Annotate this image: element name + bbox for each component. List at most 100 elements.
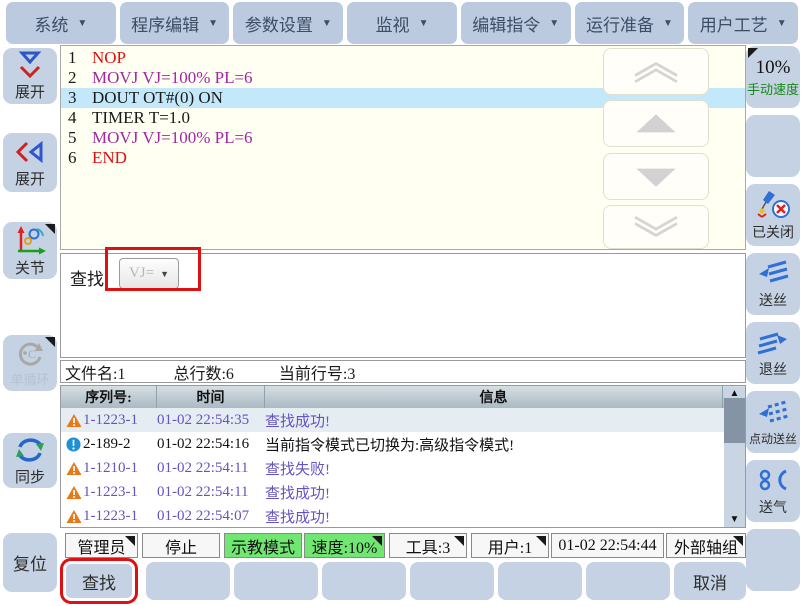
triangle-up-icon [621,108,691,140]
warning-icon [66,413,83,428]
bottom-empty-button-1[interactable] [146,562,230,600]
jog-wire-feed-icon [756,398,790,428]
page-down-button[interactable] [603,205,709,249]
table-row[interactable]: 1-1223-1 01-02 22:54:35 查找成功! [61,408,745,432]
status-mode[interactable]: 示教模式 [224,533,302,558]
wire-feed-icon [756,258,790,288]
double-chevron-down-icon [621,211,691,243]
menu-system[interactable]: 系统▼ [6,2,116,44]
menu-parameter-settings[interactable]: 参数设置▼ [233,2,343,44]
corner-mark-icon [372,536,382,546]
torch-off-icon [755,188,791,220]
line-up-button[interactable] [603,100,709,147]
find-panel: 查找: VJ= ▼ [60,253,746,358]
table-scrollbar[interactable]: ▲ ▼ [724,387,745,527]
corner-mark-icon [45,337,55,347]
svg-text:C: C [28,347,36,361]
single-cycle-icon: C [14,338,46,368]
status-user-frame[interactable]: 用户:1 [471,533,549,558]
scrollbar-thumb[interactable] [724,398,745,443]
chevron-down-icon: ▼ [77,18,87,29]
table-header: 序列号: 时间 信息 [61,386,745,408]
chevron-down-icon: ▼ [549,18,559,29]
teach-pendant-screen: 系统▼ 程序编辑▼ 参数设置▼ 监视▼ 编辑指令▼ 运行准备▼ 用户工艺▼ 展开… [0,0,804,606]
chevron-down-icon: ▼ [208,18,218,29]
sync-icon [14,435,46,465]
menu-program-edit[interactable]: 程序编辑▼ [120,2,230,44]
corner-mark-icon [45,224,55,234]
table-row[interactable]: 1-1223-1 01-02 22:54:07 查找成功! [61,504,745,528]
chevron-down-icon: ▼ [160,269,169,279]
bottom-empty-button-3[interactable] [322,562,406,600]
message-table: 序列号: 时间 信息 1-1223-1 01-02 22:54:35 查找成功!… [60,385,746,528]
wire-retract-icon [756,327,790,357]
file-info-bar: 文件名:1 总行数:6 当前行号:3 [60,360,746,383]
page-up-button[interactable] [603,48,709,95]
status-user-level[interactable]: 管理员 [65,533,138,558]
find-button[interactable]: 查找 [66,564,132,598]
table-row[interactable]: 2-189-2 01-02 22:54:16 当前指令模式已切换为:高级指令模式… [61,432,745,456]
menu-edit-instructions[interactable]: 编辑指令▼ [461,2,571,44]
status-datetime: 01-02 22:54:44 [551,533,664,558]
program-listing: 1NOP 2MOVJ VJ=100% PL=6 3DOUT OT#(0) ON … [60,45,746,250]
total-lines: 总行数:6 [173,360,233,384]
wire-feed-button[interactable]: 送丝 [746,253,800,315]
find-dropdown[interactable]: VJ= ▼ [119,258,179,289]
header-message: 信息 [265,386,723,408]
arc-off-button[interactable]: 已关闭 [746,184,800,246]
expand-down-icon [14,50,46,80]
status-speed[interactable]: 速度:10% [304,533,385,558]
menu-user-process[interactable]: 用户工艺▼ [688,2,798,44]
status-run-state[interactable]: 停止 [142,533,220,558]
sidebar-expand-down-button[interactable]: 展开 [3,48,57,104]
line-down-button[interactable] [603,153,709,200]
reset-button[interactable]: 复位 [3,533,57,592]
double-chevron-up-icon [621,56,691,88]
chevron-down-icon: ▼ [419,18,429,29]
triangle-down-icon [621,161,691,193]
joint-axes-icon [13,224,47,256]
right-empty-button-2[interactable] [746,529,800,591]
sidebar-joint-coord-button[interactable]: 关节 [3,222,57,279]
expand-left-icon [14,137,46,167]
right-empty-button-1[interactable] [746,115,800,177]
sidebar-sync-button[interactable]: 同步 [3,433,57,488]
cancel-button[interactable]: 取消 [674,562,746,600]
corner-mark-icon [125,536,135,546]
menu-monitor[interactable]: 监视▼ [347,2,457,44]
wire-retract-button[interactable]: 退丝 [746,322,800,384]
bottom-empty-button-5[interactable] [498,562,582,600]
chevron-down-icon: ▼ [663,18,673,29]
info-icon [66,437,83,452]
manual-speed-button[interactable]: 10% 手动速度 [746,46,800,108]
status-external-axis[interactable]: 外部轴组 [666,533,746,558]
bottom-empty-button-2[interactable] [234,562,318,600]
chevron-down-icon: ▼ [322,18,332,29]
warning-icon [66,461,83,476]
sidebar-single-cycle-button[interactable]: C 单循环 [3,335,57,391]
corner-mark-icon [748,48,758,58]
warning-icon [66,485,83,500]
status-tool[interactable]: 工具:3 [389,533,467,558]
menu-run-preparation[interactable]: 运行准备▼ [575,2,685,44]
find-label: 查找: [70,265,109,290]
header-serial: 序列号: [61,386,157,408]
gas-feed-button[interactable]: 送气 [746,460,800,522]
jog-wire-feed-button[interactable]: 点动送丝 [746,391,800,453]
file-name: 文件名:1 [65,360,125,384]
bottom-empty-button-6[interactable] [586,562,670,600]
sidebar-expand-left-button[interactable]: 展开 [3,133,57,192]
warning-icon [66,509,83,524]
menu-bar: 系统▼ 程序编辑▼ 参数设置▼ 监视▼ 编辑指令▼ 运行准备▼ 用户工艺▼ [0,0,804,46]
gas-feed-icon [756,465,790,495]
corner-mark-icon [536,536,546,546]
scroll-down-icon[interactable]: ▼ [730,514,740,526]
header-time: 时间 [157,386,265,408]
table-row[interactable]: 1-1223-1 01-02 22:54:11 查找成功! [61,480,745,504]
corner-mark-icon [454,536,464,546]
corner-mark-icon [733,536,743,546]
chevron-down-icon: ▼ [777,18,787,29]
current-line: 当前行号:3 [279,360,355,384]
table-row[interactable]: 1-1210-1 01-02 22:54:11 查找失败! [61,456,745,480]
bottom-empty-button-4[interactable] [410,562,494,600]
